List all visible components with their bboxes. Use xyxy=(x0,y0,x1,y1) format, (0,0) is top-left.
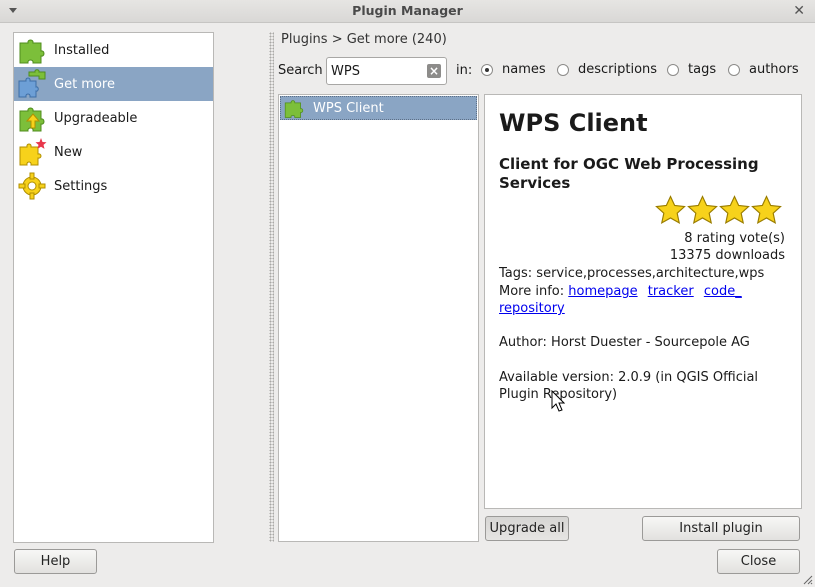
homepage-link[interactable]: homepage xyxy=(568,284,637,299)
window-close-icon[interactable]: ✕ xyxy=(793,2,805,20)
download-count: 13375 downloads xyxy=(669,248,785,263)
radio-authors[interactable] xyxy=(728,64,740,76)
clear-search-icon[interactable]: × xyxy=(427,64,441,78)
category-new[interactable]: New xyxy=(14,135,213,169)
radio-descriptions-label[interactable]: descriptions xyxy=(578,62,657,77)
plugin-author: Author: Horst Duester - Sourcepole AG xyxy=(499,335,750,350)
radio-tags[interactable] xyxy=(667,64,679,76)
puzzle-blue-icon xyxy=(18,69,46,98)
splitter-handle[interactable] xyxy=(269,32,274,542)
upgrade-all-button[interactable]: Upgrade all xyxy=(485,516,569,541)
breadcrumb: Plugins > Get more (240) xyxy=(281,32,447,47)
plugin-description: Client for OGC Web Processing Services xyxy=(499,155,759,192)
category-label: Upgradeable xyxy=(54,110,138,126)
plugin-list: WPS Client xyxy=(278,94,479,542)
search-in-label: in: xyxy=(456,63,473,78)
radio-descriptions[interactable] xyxy=(557,64,569,76)
puzzle-green-icon xyxy=(19,39,45,64)
puzzle-green-icon xyxy=(284,100,304,118)
category-label: Settings xyxy=(54,178,108,194)
star-icon xyxy=(751,195,782,225)
radio-names[interactable] xyxy=(481,64,493,76)
more-info-label: More info: xyxy=(499,284,565,299)
window-titlebar: Plugin Manager ✕ xyxy=(0,0,815,23)
mouse-cursor-icon xyxy=(551,390,565,412)
category-get-more[interactable]: Get more xyxy=(14,67,213,101)
plugin-version: Available version: 2.0.9 (in QGIS Offici… xyxy=(499,370,759,402)
category-list: Installed Get more Upgradeable New Setti… xyxy=(13,32,214,543)
rating-stars xyxy=(655,195,782,226)
more-info: More info: homepage tracker code_ reposi… xyxy=(499,283,789,317)
install-plugin-button[interactable]: Install plugin xyxy=(642,516,800,541)
close-button[interactable]: Close xyxy=(717,549,800,574)
rating-votes: 8 rating vote(s) xyxy=(684,231,785,246)
category-upgradeable[interactable]: Upgradeable xyxy=(14,101,213,135)
plugin-tags: Tags: service,processes,architecture,wps xyxy=(499,266,765,281)
puzzle-new-icon xyxy=(19,138,47,166)
puzzle-upgrade-icon xyxy=(19,107,45,132)
category-label: New xyxy=(54,144,83,160)
help-button[interactable]: Help xyxy=(14,549,97,574)
window-title: Plugin Manager xyxy=(352,3,463,18)
plugin-details-panel: WPS Client Client for OGC Web Processing… xyxy=(484,94,802,509)
category-settings[interactable]: Settings xyxy=(14,169,213,203)
plugin-title: WPS Client xyxy=(499,109,648,137)
plugin-row-wps-client[interactable]: WPS Client xyxy=(280,96,477,120)
tracker-link[interactable]: tracker xyxy=(648,284,694,299)
search-label: Search xyxy=(278,63,323,78)
plugin-name: WPS Client xyxy=(313,100,384,116)
radio-authors-label[interactable]: authors xyxy=(749,62,799,77)
search-input[interactable]: WPS × xyxy=(326,57,447,85)
category-installed[interactable]: Installed xyxy=(14,33,213,67)
gear-icon xyxy=(18,172,46,200)
search-input-value: WPS xyxy=(331,64,360,79)
category-label: Installed xyxy=(54,42,110,58)
star-icon xyxy=(719,195,750,225)
radio-tags-label[interactable]: tags xyxy=(688,62,716,77)
category-label: Get more xyxy=(54,76,115,92)
star-icon xyxy=(687,195,718,225)
resize-grip-icon[interactable] xyxy=(803,575,813,585)
radio-names-label[interactable]: names xyxy=(502,62,546,77)
star-icon xyxy=(655,195,686,225)
